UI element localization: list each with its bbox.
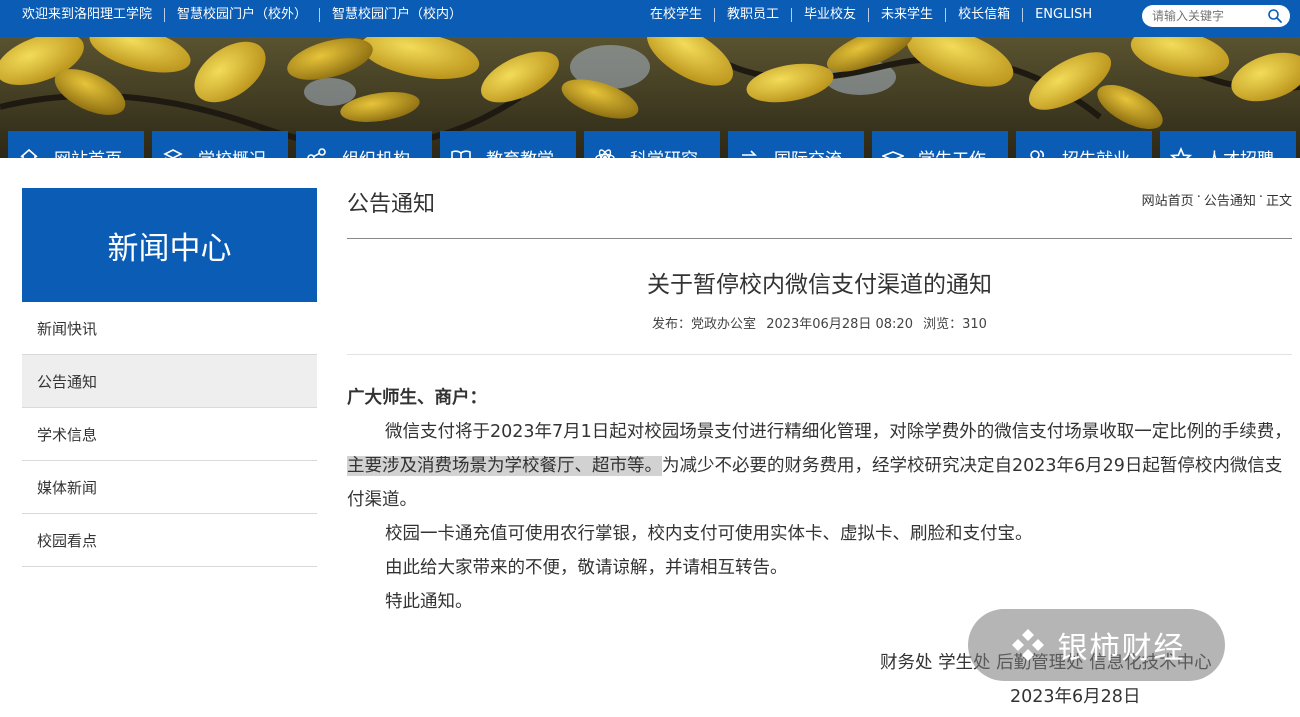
layers-icon: [163, 148, 183, 158]
diamond-logo-icon: [1011, 629, 1044, 661]
graduation-cap-icon: [882, 150, 904, 158]
home-icon: [20, 148, 38, 158]
students-link[interactable]: 在校学生: [638, 8, 714, 22]
sign-date: 2023年6月28日: [1010, 687, 1141, 707]
breadcrumb-separator: ·: [1258, 190, 1263, 205]
nav-recruitment-label: 人才招聘: [1206, 145, 1274, 158]
nav-admissions[interactable]: 招生就业: [1016, 131, 1152, 158]
search-box: [1142, 5, 1290, 27]
nav-education[interactable]: 教育教学: [440, 131, 576, 158]
future-students-link[interactable]: 未来学生: [868, 8, 945, 22]
share-icon: [307, 147, 326, 158]
article-paragraph: 由此给大家带来的不便，敬请谅解，并请相互转告。: [385, 558, 788, 578]
article-body: 广大师生、商户： 微信支付将于2023年7月1日起对校园场景支付进行精细化管理，…: [347, 381, 1293, 619]
nav-admissions-label: 招生就业: [1062, 145, 1130, 158]
nav-organization-label: 组织机构: [342, 145, 410, 158]
nav-recruitment[interactable]: 人才招聘: [1160, 131, 1296, 158]
article-publisher: 发布：党政办公室: [652, 317, 757, 332]
article-meta: 发布：党政办公室 2023年06月28日 08:20 浏览：310: [347, 313, 1292, 332]
top-right-links: 在校学生 教职员工 毕业校友 未来学生 校长信箱 ENGLISH: [638, 0, 1104, 30]
nav-about-label: 学校概况: [198, 145, 266, 158]
article-title: 关于暂停校内微信支付渠道的通知: [647, 272, 992, 298]
section-title: 公告通知: [347, 192, 436, 217]
sidebar-item-campus[interactable]: 校园看点: [22, 514, 317, 567]
star-icon: [1170, 146, 1192, 158]
article-views: 浏览：310: [923, 317, 987, 332]
search-icon[interactable]: [1267, 8, 1283, 24]
banner: 网站首页 学校概况 组织机构 教育教学: [0, 37, 1300, 158]
breadcrumb-home[interactable]: 网站首页: [1142, 190, 1194, 209]
atom-icon: [595, 148, 615, 158]
sidebar-item-media[interactable]: 媒体新闻: [22, 461, 317, 514]
nav-home[interactable]: 网站首页: [8, 131, 144, 158]
nav-research-label: 科学研究: [630, 145, 698, 158]
main-nav: 网站首页 学校概况 组织机构 教育教学: [8, 131, 1296, 158]
watermark: 银柿财经: [968, 609, 1225, 681]
sidebar-title: 新闻中心: [22, 188, 317, 302]
nav-education-label: 教育教学: [486, 145, 554, 158]
portal-external-link[interactable]: 智慧校园门户（校外）: [164, 8, 319, 22]
users-icon: [1030, 149, 1044, 158]
paragraph-text: 微信支付将于2023年7月1日起对校园场景支付进行精细化管理，对除学费外的微信支…: [385, 422, 1292, 442]
nav-organization[interactable]: 组织机构: [296, 131, 432, 158]
book-icon: [451, 149, 471, 158]
nav-students-label: 学生工作: [918, 145, 986, 158]
sidebar-item-academic[interactable]: 学术信息: [22, 408, 317, 461]
article-greeting: 广大师生、商户：: [347, 388, 487, 408]
nav-international[interactable]: 国际交流: [728, 131, 864, 158]
divider: [347, 354, 1292, 355]
alumni-link[interactable]: 毕业校友: [791, 8, 868, 22]
breadcrumb-separator: ·: [1196, 190, 1201, 205]
watermark-text: 银柿财经: [1057, 631, 1186, 666]
divider: [347, 238, 1292, 239]
staff-link[interactable]: 教职员工: [714, 8, 791, 22]
sidebar-item-notices[interactable]: 公告通知: [22, 355, 317, 408]
english-link[interactable]: ENGLISH: [1022, 8, 1104, 22]
portal-internal-link[interactable]: 智慧校园门户（校内）: [319, 8, 474, 22]
article-paragraph: 微信支付将于2023年7月1日起对校园场景支付进行精细化管理，对除学费外的微信支…: [347, 415, 1293, 517]
nav-about[interactable]: 学校概况: [152, 131, 288, 158]
article-paragraph: 校园一卡通充值可使用农行掌银，校内支付可使用实体卡、虚拟卡、刷脸和支付宝。: [385, 524, 1033, 544]
article-datetime: 2023年06月28日 08:20: [766, 317, 913, 332]
sidebar-menu: 新闻快讯 公告通知 学术信息 媒体新闻 校园看点: [22, 302, 317, 567]
breadcrumb-notices[interactable]: 公告通知: [1204, 190, 1256, 209]
nav-home-label: 网站首页: [54, 145, 122, 158]
nav-research[interactable]: 科学研究: [584, 131, 720, 158]
highlighted-text: 主要涉及消费场景为学校餐厅、超市等。: [347, 456, 662, 476]
exchange-icon: [742, 149, 757, 156]
breadcrumb-current: 正文: [1265, 194, 1292, 209]
breadcrumb: 网站首页 · 公告通知 · 正文: [1142, 190, 1292, 209]
president-mailbox-link[interactable]: 校长信箱: [945, 8, 1022, 22]
nav-international-label: 国际交流: [774, 145, 842, 158]
top-bar: 欢迎来到洛阳理工学院 智慧校园门户（校外） 智慧校园门户（校内） 在校学生 教职…: [0, 0, 1300, 37]
search-input[interactable]: [1152, 8, 1262, 24]
welcome-link[interactable]: 欢迎来到洛阳理工学院: [22, 8, 164, 22]
top-left-links: 欢迎来到洛阳理工学院 智慧校园门户（校外） 智慧校园门户（校内）: [22, 0, 474, 30]
nav-students[interactable]: 学生工作: [872, 131, 1008, 158]
sidebar-item-news-flash[interactable]: 新闻快讯: [22, 302, 317, 355]
